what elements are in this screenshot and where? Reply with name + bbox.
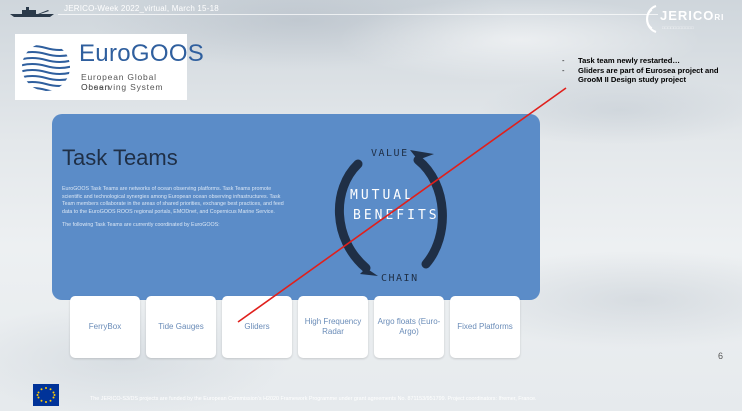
card-tide-gauges[interactable]: Tide Gauges bbox=[146, 296, 216, 358]
cycle-center-line-2: BENEFITS bbox=[353, 208, 440, 223]
jerico-logo-subtitle: □□□□□□□□□□□ bbox=[662, 25, 695, 30]
note-item: - Gliders are part of Eurosea project and… bbox=[562, 66, 719, 84]
header-bar: JERICO-Week 2022_virtual, March 15-18 bbox=[0, 0, 742, 26]
speaker-notes: - Task team newly restarted… - Gliders are… bbox=[562, 56, 732, 85]
cycle-label-value: VALUE bbox=[371, 148, 409, 159]
card-label: FerryBox bbox=[88, 322, 122, 331]
research-ship-icon bbox=[10, 7, 54, 17]
eu-flag-icon bbox=[33, 384, 59, 406]
funding-footer: The JERICO-S3/DS projects are funded by … bbox=[90, 396, 537, 402]
jerico-logo-text: JERICORI bbox=[660, 8, 725, 23]
card-label: High Frequency Radar bbox=[304, 317, 362, 336]
eurogoos-tagline-2: Observing System bbox=[81, 82, 164, 92]
card-ferrybox[interactable]: FerryBox bbox=[70, 296, 140, 358]
card-gliders[interactable]: Gliders bbox=[222, 296, 292, 358]
cycle-label-chain: CHAIN bbox=[381, 273, 419, 284]
event-title: JERICO-Week 2022_virtual, March 15-18 bbox=[64, 4, 219, 13]
card-label: Fixed Platforms bbox=[457, 322, 513, 331]
slide-number: 6 bbox=[718, 351, 724, 361]
panel-description: EuroGOOS Task Teams are networks of ocea… bbox=[62, 186, 292, 236]
cycle-center-line-1: MUTUAL bbox=[350, 188, 415, 203]
header-rule bbox=[58, 14, 658, 15]
panel-paragraph-1: EuroGOOS Task Teams are networks of ocea… bbox=[62, 186, 284, 215]
card-fixed-platforms[interactable]: Fixed Platforms bbox=[450, 296, 520, 358]
panel-paragraph-2: The following Task Teams are currently c… bbox=[62, 222, 220, 228]
eurogoos-wave-icon bbox=[22, 45, 70, 91]
eurogoos-name: EuroGOOS bbox=[79, 40, 205, 67]
eurogoos-logo: EuroGOOS European Global Ocean Observing… bbox=[15, 34, 204, 100]
panel-title: Task Teams bbox=[62, 145, 178, 170]
card-label: Argo floats (Euro-Argo) bbox=[377, 317, 441, 336]
card-label: Tide Gauges bbox=[158, 322, 204, 331]
note-item: - Task team newly restarted… bbox=[562, 56, 680, 65]
card-hf-radar[interactable]: High Frequency Radar bbox=[298, 296, 368, 358]
card-label: Gliders bbox=[244, 322, 270, 331]
card-argo-floats[interactable]: Argo floats (Euro-Argo) bbox=[374, 296, 444, 358]
